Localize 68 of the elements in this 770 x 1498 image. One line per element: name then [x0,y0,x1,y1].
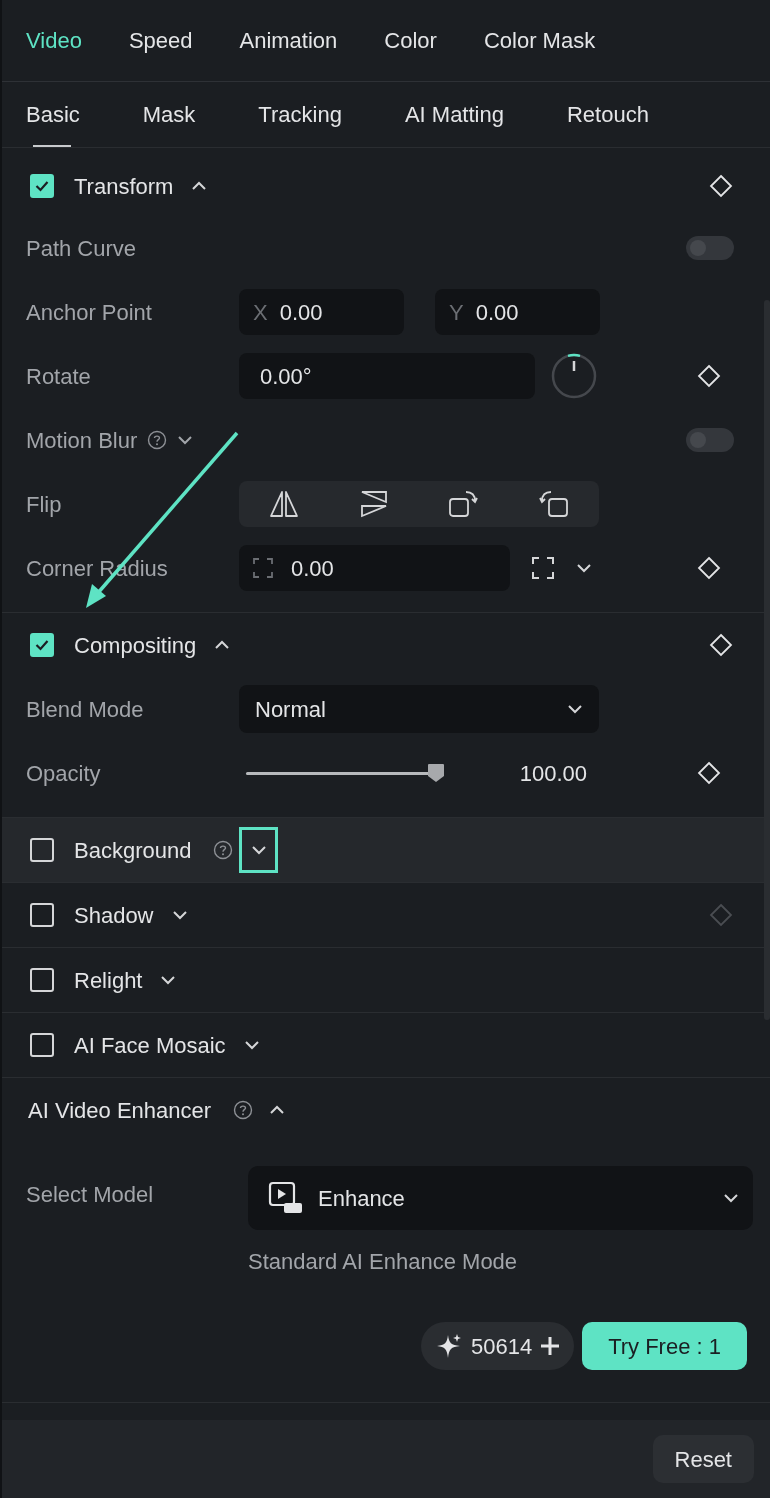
toggle-switch[interactable] [686,428,734,452]
chevron-down-icon[interactable] [567,704,583,714]
section-title: AI Face Mosaic [74,1031,226,1060]
corner-icon[interactable] [532,557,554,579]
check-icon [35,639,49,651]
field-label: Path Curve [26,234,137,263]
angle-field[interactable]: 0.00° [239,353,535,399]
section-title: Shadow [74,901,154,930]
field-label: Opacity [26,759,101,788]
value-readout: 100.00 [519,759,587,788]
tab[interactable]: Speed [128,0,193,81]
sub-tab[interactable]: Tracking [258,82,342,147]
sub-tab[interactable]: Basic [26,82,80,147]
field-label: Anchor Point [26,298,152,327]
checkbox[interactable] [30,968,54,992]
tab[interactable]: Video [26,0,82,81]
help-icon[interactable] [147,430,168,450]
tab[interactable]: Animation [239,0,338,81]
chevron-down-icon[interactable] [177,435,194,445]
section-title: Transform [74,172,174,201]
tab[interactable]: Color [384,0,437,81]
chevron-down-icon[interactable] [243,1040,260,1050]
chevron-up-icon[interactable] [269,1105,286,1115]
chevron-down-icon[interactable] [723,1193,739,1203]
chevron-up-icon[interactable] [191,181,208,191]
checkbox[interactable] [30,174,54,198]
number-field[interactable]: X 0.00 [239,289,404,335]
flip-vertical-icon[interactable] [359,489,388,519]
checkbox[interactable] [30,838,54,862]
field-label: Blend Mode [26,695,144,724]
checkbox[interactable] [30,633,54,657]
credits-button[interactable]: 50614 [420,1322,575,1370]
help-icon[interactable] [213,840,234,860]
sub-tab[interactable]: Mask [142,82,196,147]
hd-video-icon [268,1181,304,1215]
number-field[interactable]: Y 0.00 [435,289,600,335]
rotation-dial-icon[interactable] [551,353,597,399]
sub-tab[interactable]: AI Matting [404,82,504,147]
flip-horizontal-icon[interactable] [269,490,300,518]
rotate-right-icon[interactable] [448,489,479,519]
reset-button[interactable]: Reset [652,1435,754,1483]
section-title: AI Video Enhancer [28,1096,212,1125]
toggle-switch[interactable] [686,236,734,260]
model-dropdown[interactable]: Enhance [248,1166,753,1230]
try-free-button[interactable]: Try Free : 1 [582,1322,747,1370]
slider-thumb[interactable] [427,763,445,783]
section-title: Compositing [74,631,197,660]
sub-tab[interactable]: Retouch [566,82,649,147]
plus-icon [540,1336,561,1356]
help-icon[interactable] [233,1100,254,1120]
blend-mode-dropdown[interactable]: Normal [239,685,599,733]
rotate-left-icon[interactable] [538,489,569,519]
checkbox[interactable] [30,1033,54,1057]
chevron-down-icon[interactable] [250,845,267,855]
corner-icon [253,558,273,578]
chevron-down-icon[interactable] [160,975,177,985]
number-field[interactable]: 0.00 [239,545,510,591]
field-label: Motion Blur [26,426,138,455]
section-title: Relight [74,966,143,995]
field-label: Rotate [26,362,91,391]
hint-text: Standard AI Enhance Mode [248,1248,519,1276]
chevron-down-icon[interactable] [576,563,592,573]
chevron-up-icon[interactable] [214,640,231,650]
field-label: Select Model [26,1181,155,1209]
section-title: Background [74,836,192,865]
field-label: Flip [26,490,62,519]
tab[interactable]: Color Mask [483,0,596,81]
check-icon [35,180,49,192]
